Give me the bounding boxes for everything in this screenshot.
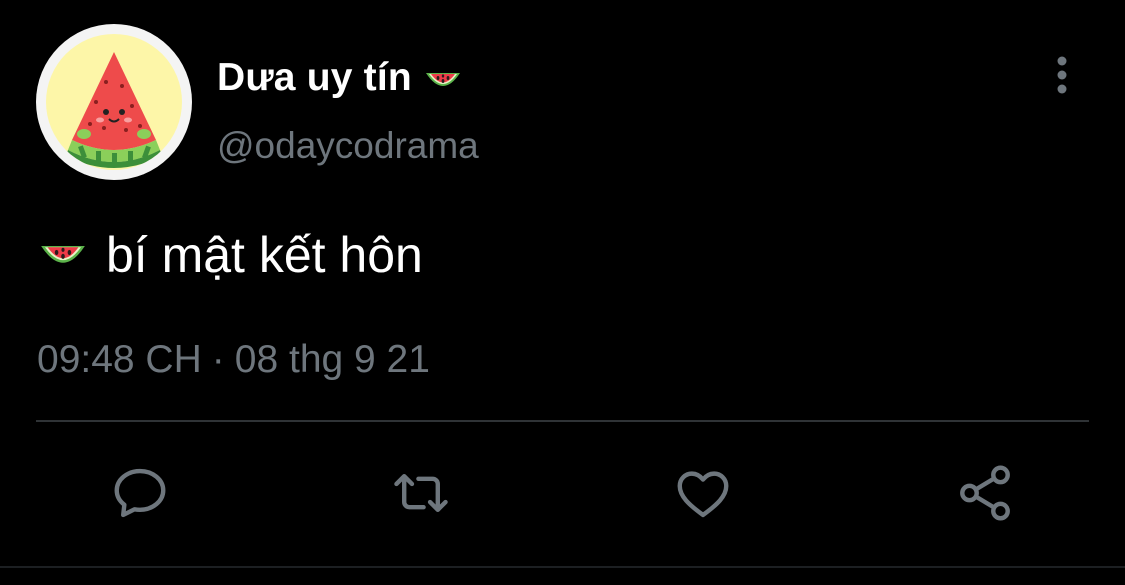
- watermelon-avatar-icon: [46, 34, 182, 170]
- retweet-icon: [394, 474, 448, 512]
- author-handle[interactable]: @odaycodrama: [217, 125, 479, 167]
- retweet-button[interactable]: [386, 458, 456, 528]
- like-icon: [677, 471, 729, 518]
- more-options-icon[interactable]: [1046, 52, 1078, 98]
- timestamp-separator: ·: [211, 338, 225, 381]
- tweet-date: 08 thg 9 21: [234, 338, 430, 381]
- tweet-timestamp[interactable]: 09:48 CH · 08 thg 9 21: [37, 338, 430, 382]
- author-display-name[interactable]: Dưa uy tín: [217, 50, 464, 106]
- watermelon-icon: [422, 59, 464, 101]
- tweet-time: 09:48 CH: [37, 338, 202, 381]
- watermelon-icon: [36, 228, 90, 282]
- reply-button[interactable]: [105, 458, 175, 528]
- avatar[interactable]: [36, 24, 192, 180]
- display-name-text: Dưa uy tín: [217, 56, 412, 99]
- share-button[interactable]: [950, 458, 1020, 528]
- share-icon: [960, 465, 1010, 521]
- bottom-divider: [0, 566, 1125, 568]
- tweet-text: bí mật kết hôn: [106, 227, 423, 283]
- tweet-body: bí mật kết hôn: [36, 226, 423, 284]
- reply-icon: [114, 468, 166, 518]
- like-button[interactable]: [668, 458, 738, 528]
- divider: [36, 420, 1089, 422]
